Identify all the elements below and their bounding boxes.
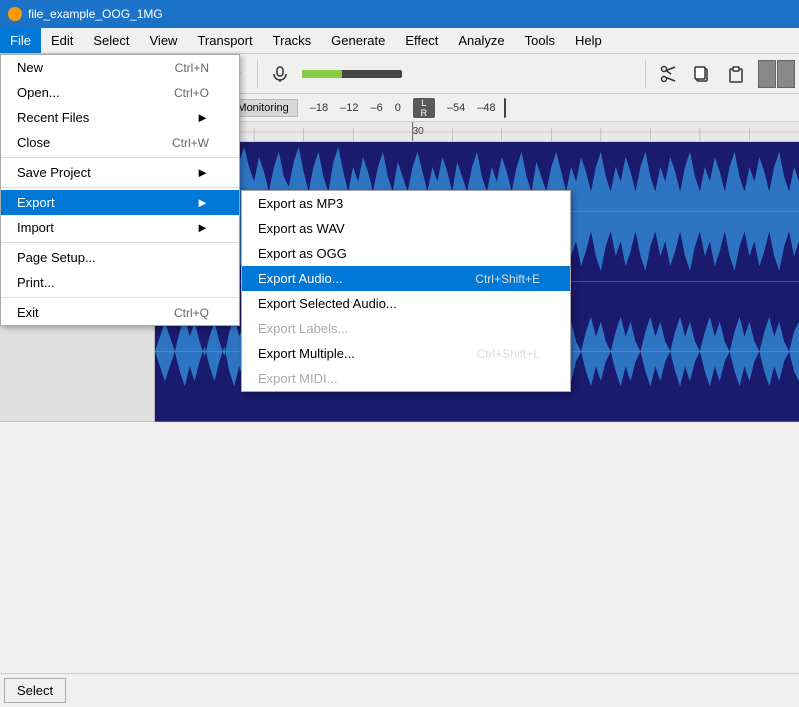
menu-print[interactable]: Print... <box>1 270 239 295</box>
menu-edit[interactable]: Edit <box>41 28 83 53</box>
export-labels: Export Labels... <box>242 316 570 341</box>
export-multiple-shortcut: Ctrl+Shift+L <box>477 347 540 361</box>
export-labels-label: Export Labels... <box>258 321 348 336</box>
level-minus54: –54 <box>447 102 465 114</box>
menu-recent-label: Recent Files <box>17 110 89 125</box>
menu-file[interactable]: File <box>0 28 41 53</box>
paste-button[interactable] <box>720 58 752 90</box>
export-selected-label: Export Selected Audio... <box>258 296 397 311</box>
menu-open-label: Open... <box>17 85 60 100</box>
menu-effect[interactable]: Effect <box>395 28 448 53</box>
export-midi-label: Export MIDI... <box>258 371 337 386</box>
export-ogg-label: Export as OGG <box>258 246 347 261</box>
level-minus12: –12 <box>340 102 358 114</box>
divider-2 <box>1 187 239 188</box>
toolbar-sep-2 <box>257 60 258 88</box>
lr-indicator: LR <box>413 98 435 118</box>
menu-open[interactable]: Open... Ctrl+O <box>1 80 239 105</box>
toolbar-sep-3 <box>645 60 646 88</box>
cut-button[interactable] <box>652 58 684 90</box>
menu-generate[interactable]: Generate <box>321 28 395 53</box>
menu-view[interactable]: View <box>140 28 188 53</box>
export-submenu: Export as MP3 Export as WAV Export as OG… <box>241 190 571 392</box>
menu-exit-shortcut: Ctrl+Q <box>174 306 209 320</box>
level-minus6: –6 <box>370 102 382 114</box>
export-wav-label: Export as WAV <box>258 221 345 236</box>
export-mp3[interactable]: Export as MP3 <box>242 191 570 216</box>
divider-1 <box>1 157 239 158</box>
divider-4 <box>1 297 239 298</box>
mic-button[interactable] <box>264 58 296 90</box>
menu-export[interactable]: Export ► Export as MP3 Export as WAV Exp… <box>1 190 239 215</box>
menu-new[interactable]: New Ctrl+N <box>1 55 239 80</box>
menu-new-shortcut: Ctrl+N <box>175 61 209 75</box>
right-level-labels: –54 –48 <box>447 102 496 114</box>
gain-slider[interactable] <box>504 98 506 118</box>
menu-import-label: Import <box>17 220 54 235</box>
menu-page-setup[interactable]: Page Setup... <box>1 245 239 270</box>
title-bar: file_example_OOG_1MG <box>0 0 799 28</box>
menu-tracks[interactable]: Tracks <box>263 28 322 53</box>
export-audio[interactable]: Export Audio... Ctrl+Shift+E <box>242 266 570 291</box>
menu-close[interactable]: Close Ctrl+W <box>1 130 239 155</box>
menu-transport[interactable]: Transport <box>187 28 262 53</box>
menu-export-arrow: ► <box>196 195 209 210</box>
menu-close-shortcut: Ctrl+W <box>172 136 209 150</box>
copy-button[interactable] <box>686 58 718 90</box>
export-selected-audio[interactable]: Export Selected Audio... <box>242 291 570 316</box>
export-audio-label: Export Audio... <box>258 271 343 286</box>
export-wav[interactable]: Export as WAV <box>242 216 570 241</box>
export-audio-shortcut: Ctrl+Shift+E <box>475 272 540 286</box>
export-midi: Export MIDI... <box>242 366 570 391</box>
level-minus48: –48 <box>477 102 495 114</box>
divider-3 <box>1 242 239 243</box>
menu-save-arrow: ► <box>196 165 209 180</box>
select-button[interactable]: Select <box>4 678 66 703</box>
menu-exit-label: Exit <box>17 305 39 320</box>
menu-save-project[interactable]: Save Project ► <box>1 160 239 185</box>
level-0: 0 <box>395 102 401 114</box>
file-dropdown: New Ctrl+N Open... Ctrl+O Recent Files ►… <box>0 54 240 326</box>
level-minus18: –18 <box>310 102 328 114</box>
menu-bar: File Edit Select View Transport Tracks G… <box>0 28 799 54</box>
menu-page-setup-label: Page Setup... <box>17 250 96 265</box>
export-multiple-label: Export Multiple... <box>258 346 355 361</box>
export-ogg[interactable]: Export as OGG <box>242 241 570 266</box>
menu-export-label: Export <box>17 195 55 210</box>
menu-import[interactable]: Import ► <box>1 215 239 240</box>
menu-close-label: Close <box>17 135 50 150</box>
menu-analyze[interactable]: Analyze <box>448 28 514 53</box>
menu-tools[interactable]: Tools <box>515 28 565 53</box>
menu-exit[interactable]: Exit Ctrl+Q <box>1 300 239 325</box>
bottom-bar: Select <box>0 673 799 707</box>
menu-help[interactable]: Help <box>565 28 612 53</box>
menu-print-label: Print... <box>17 275 55 290</box>
menu-recent-files[interactable]: Recent Files ► <box>1 105 239 130</box>
app-icon <box>8 7 22 21</box>
menu-import-arrow: ► <box>196 220 209 235</box>
level-labels: –18 –12 –6 0 <box>310 102 401 114</box>
menu-new-label: New <box>17 60 43 75</box>
export-mp3-label: Export as MP3 <box>258 196 343 211</box>
menu-open-shortcut: Ctrl+O <box>174 86 209 100</box>
menu-select[interactable]: Select <box>83 28 139 53</box>
menu-save-label: Save Project <box>17 165 91 180</box>
export-multiple[interactable]: Export Multiple... Ctrl+Shift+L <box>242 341 570 366</box>
menu-recent-arrow: ► <box>196 110 209 125</box>
window-title: file_example_OOG_1MG <box>28 7 163 21</box>
